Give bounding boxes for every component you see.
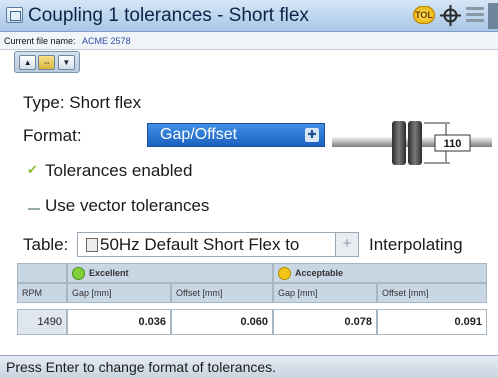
group-excellent: Excellent [67,263,273,283]
interpolating-label: Interpolating [369,235,463,254]
acc-gap-cell[interactable]: 0.078 [273,309,377,335]
window-edge-icon [488,3,498,29]
status-bar: Press Enter to change format of toleranc… [0,355,498,378]
table-label: Table: [23,235,69,254]
tolerances-enabled-label: Tolerances enabled [45,161,193,180]
file-name-label: Current file name: [4,36,76,46]
chevron-down-icon: + [335,233,358,256]
smiley-acceptable-icon [278,266,291,280]
coupling-diagram: 110 [332,121,492,165]
smiley-excellent-icon [72,266,85,280]
window-icon [6,7,23,23]
table-file-icon [86,238,98,252]
exc-gap-cell[interactable]: 0.036 [67,309,171,335]
down-button[interactable]: ▼ [57,54,75,70]
file-name-bar: Current file name: ACME 2578 [0,32,498,50]
table-group-row: Excellent Acceptable [17,263,487,283]
col-acc-offset: Offset [mm] [377,283,487,303]
format-label: Format: [23,126,82,145]
coupling-diameter: 110 [444,138,462,150]
format-value: Gap/Offset [160,126,238,143]
coupling-type: Type: Short flex [23,93,142,112]
vector-tolerances-checkbox[interactable] [28,208,40,210]
window-title: Coupling 1 tolerances - Short flex [28,5,309,26]
format-select[interactable]: Gap/Offset ✚ [147,123,325,147]
col-exc-offset: Offset [mm] [171,283,273,303]
group-acceptable: Acceptable [273,263,487,283]
table-row[interactable]: 1490 0.036 0.060 0.078 0.091 [17,309,487,335]
table-header-row: RPM Gap [mm] Offset [mm] Gap [mm] Offset… [17,283,487,303]
acc-offset-cell[interactable]: 0.091 [377,309,487,335]
tol-icon[interactable]: TOL [413,6,435,24]
chevron-down-icon: ✚ [305,128,319,142]
vector-tolerances-label: Use vector tolerances [45,196,210,215]
crosshair-icon[interactable] [440,5,461,26]
table-select[interactable]: 50Hz Default Short Flex to + [77,232,359,257]
col-rpm: RPM [17,283,67,303]
group-spacer [17,263,67,283]
file-name-value: ACME 2578 [82,36,131,46]
coupling-view-button[interactable]: ⇔ [38,54,56,70]
exc-offset-cell[interactable]: 0.060 [171,309,273,335]
view-toolbar: ▲ ⇔ ▼ [14,51,80,73]
title-bar: Coupling 1 tolerances - Short flex TOL [0,0,498,32]
col-acc-gap: Gap [mm] [273,283,377,303]
up-button[interactable]: ▲ [19,54,37,70]
rpm-cell[interactable]: 1490 [17,309,67,335]
col-exc-gap: Gap [mm] [67,283,171,303]
menu-icon[interactable] [466,7,484,25]
table-select-value: 50Hz Default Short Flex to [100,235,300,254]
tolerances-enabled-checkbox[interactable]: ✔ [27,163,39,176]
